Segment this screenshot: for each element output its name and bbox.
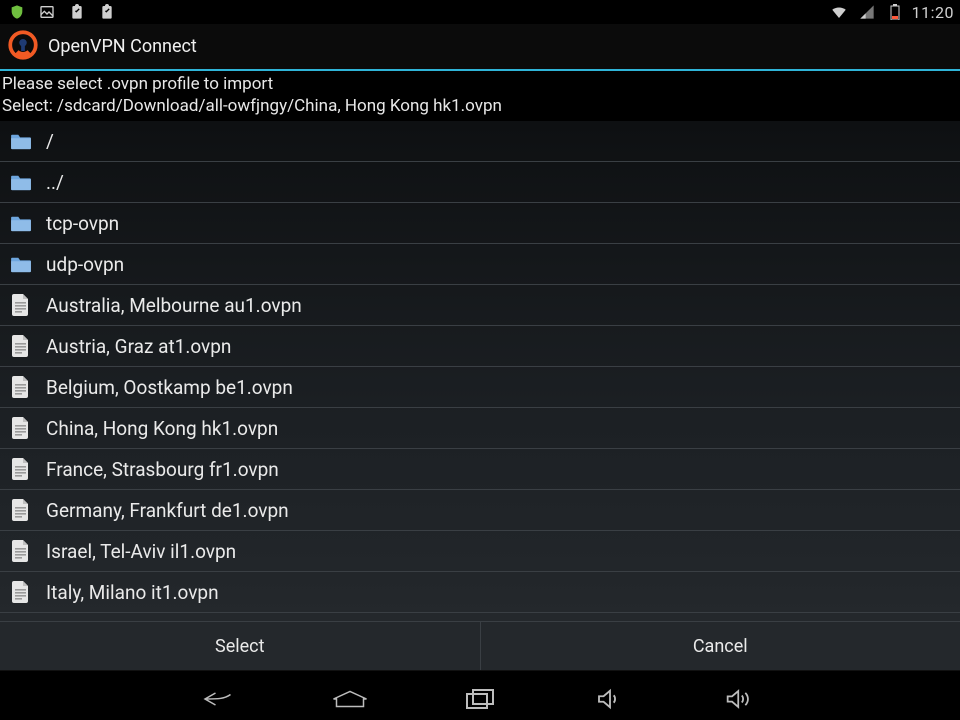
recent-apps-button[interactable]	[460, 685, 500, 713]
list-item[interactable]: Italy, Milano it1.ovpn	[0, 572, 960, 613]
volume-down-button[interactable]	[590, 685, 630, 713]
list-item[interactable]: tcp-ovpn	[0, 203, 960, 244]
action-bar: Select Cancel	[0, 621, 960, 670]
openvpn-logo-icon	[8, 30, 38, 64]
clipboard-check-icon	[66, 1, 88, 23]
file-name-label: France, Strasbourg fr1.ovpn	[46, 458, 279, 481]
app-header: OpenVPN Connect	[0, 24, 960, 71]
navigation-bar	[0, 670, 960, 720]
list-item[interactable]: France, Strasbourg fr1.ovpn	[0, 449, 960, 490]
cancel-button[interactable]: Cancel	[481, 622, 960, 670]
file-icon	[10, 540, 32, 562]
instruction-line-1: Please select .ovpn profile to import	[2, 73, 958, 95]
status-left	[6, 1, 118, 23]
select-button[interactable]: Select	[0, 622, 481, 670]
file-name-label: tcp-ovpn	[46, 212, 119, 235]
folder-icon	[10, 253, 32, 275]
home-button[interactable]	[330, 685, 370, 713]
list-item[interactable]: Netherlands, Amsterdam nl1.ovpn	[0, 613, 960, 621]
instructions: Please select .ovpn profile to import Se…	[0, 71, 960, 121]
file-name-label: China, Hong Kong hk1.ovpn	[46, 417, 278, 440]
file-name-label: udp-ovpn	[46, 253, 124, 276]
list-item[interactable]: China, Hong Kong hk1.ovpn	[0, 408, 960, 449]
image-icon	[36, 1, 58, 23]
file-list: / ../ tcp-ovpn udp-ovpn Australia, Melbourne…	[0, 121, 960, 621]
file-icon	[10, 581, 32, 603]
file-name-label: Austria, Graz at1.ovpn	[46, 335, 231, 358]
list-item[interactable]: Australia, Melbourne au1.ovpn	[0, 285, 960, 326]
file-icon	[10, 499, 32, 521]
file-icon	[10, 417, 32, 439]
file-name-label: Italy, Milano it1.ovpn	[46, 581, 219, 604]
list-item[interactable]: Germany, Frankfurt de1.ovpn	[0, 490, 960, 531]
list-item[interactable]: Austria, Graz at1.ovpn	[0, 326, 960, 367]
select-label: Select	[215, 636, 264, 657]
volume-up-button[interactable]	[720, 685, 760, 713]
file-name-label: Israel, Tel-Aviv il1.ovpn	[46, 540, 236, 563]
shield-icon	[6, 1, 28, 23]
app-title: OpenVPN Connect	[48, 36, 197, 57]
file-icon	[10, 376, 32, 398]
instruction-line-2: Select: /sdcard/Download/all-owfjngy/Chi…	[2, 95, 958, 117]
folder-icon	[10, 212, 32, 234]
folder-icon	[10, 130, 32, 152]
status-bar: 11:20	[0, 0, 960, 24]
status-clock: 11:20	[912, 3, 954, 22]
status-right: 11:20	[828, 1, 954, 23]
back-button[interactable]	[200, 685, 240, 713]
file-icon	[10, 458, 32, 480]
file-name-label: Belgium, Oostkamp be1.ovpn	[46, 376, 293, 399]
list-item[interactable]: ../	[0, 162, 960, 203]
file-name-label: Australia, Melbourne au1.ovpn	[46, 294, 302, 317]
folder-icon	[10, 171, 32, 193]
file-name-label: Germany, Frankfurt de1.ovpn	[46, 499, 289, 522]
file-browser[interactable]: / ../ tcp-ovpn udp-ovpn Australia, Melbourne…	[0, 121, 960, 621]
list-item[interactable]: /	[0, 121, 960, 162]
battery-low-icon	[884, 1, 906, 23]
file-icon	[10, 294, 32, 316]
cancel-label: Cancel	[693, 636, 748, 657]
file-name-label: /	[46, 130, 54, 153]
list-item[interactable]: Israel, Tel-Aviv il1.ovpn	[0, 531, 960, 572]
clipboard-check-icon	[96, 1, 118, 23]
signal-icon	[856, 1, 878, 23]
list-item[interactable]: udp-ovpn	[0, 244, 960, 285]
wifi-icon	[828, 1, 850, 23]
list-item[interactable]: Belgium, Oostkamp be1.ovpn	[0, 367, 960, 408]
file-icon	[10, 335, 32, 357]
file-name-label: ../	[46, 171, 64, 194]
